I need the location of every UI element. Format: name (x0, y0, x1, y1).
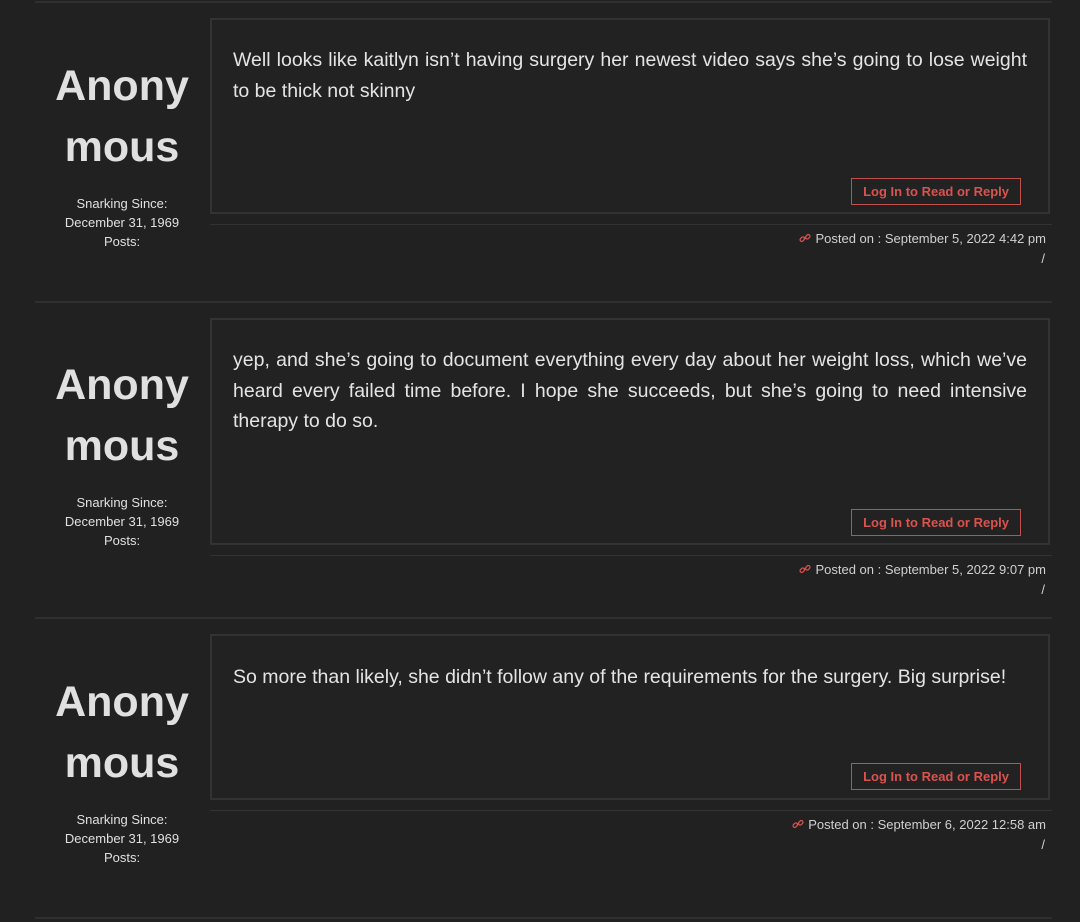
posted-on-text: Posted on : September 6, 2022 12:58 am (808, 817, 1046, 832)
posted-on-text: Posted on : September 5, 2022 9:07 pm (815, 562, 1046, 577)
posts-count-label: Posts: (103, 234, 141, 249)
forum-post: Anonymous Snarking Since: December 31, 1… (35, 318, 1052, 608)
post-footer-divider (210, 555, 1052, 556)
author-meta: Snarking Since: December 31, 1969 Posts: (35, 194, 209, 251)
link-icon (799, 233, 812, 243)
login-reply-button[interactable]: Log In to Read or Reply (851, 178, 1021, 205)
posts-count-label: Posts: (103, 533, 141, 548)
author-panel: Anonymous Snarking Since: December 31, 1… (35, 672, 209, 867)
forum-post: Anonymous Snarking Since: December 31, 1… (35, 634, 1052, 904)
post-body: yep, and she’s going to document everyth… (233, 349, 1027, 432)
post-slash: / (1041, 837, 1045, 852)
snarking-since-label: Snarking Since: (76, 495, 168, 510)
post-separator (35, 617, 1052, 619)
posted-on[interactable]: Posted on : September 6, 2022 12:58 am (792, 817, 1046, 832)
author-meta: Snarking Since: December 31, 1969 Posts: (35, 810, 209, 867)
author-panel: Anonymous Snarking Since: December 31, 1… (35, 355, 209, 550)
login-reply-button[interactable]: Log In to Read or Reply (851, 509, 1021, 536)
post-slash: / (1041, 582, 1045, 597)
posted-on[interactable]: Posted on : September 5, 2022 4:42 pm (799, 231, 1046, 246)
posts-count-label: Posts: (103, 850, 141, 865)
posted-on-text: Posted on : September 5, 2022 4:42 pm (815, 231, 1046, 246)
author-meta: Snarking Since: December 31, 1969 Posts: (35, 493, 209, 550)
post-footer-divider (210, 810, 1052, 811)
post-body: Well looks like kaitlyn isn’t having sur… (233, 49, 1027, 102)
login-reply-button[interactable]: Log In to Read or Reply (851, 763, 1021, 790)
snarking-since-date: December 31, 1969 (64, 831, 180, 846)
post-content-box: So more than likely, she didn’t follow a… (210, 634, 1050, 800)
post-content-box: Well looks like kaitlyn isn’t having sur… (210, 18, 1050, 214)
snarking-since-date: December 31, 1969 (64, 514, 180, 529)
post-separator (35, 301, 1052, 303)
bottom-separator (35, 917, 1052, 919)
forum-post: Anonymous Snarking Since: December 31, 1… (35, 18, 1052, 288)
post-slash: / (1041, 251, 1045, 266)
posted-on[interactable]: Posted on : September 5, 2022 9:07 pm (799, 562, 1046, 577)
author-name: Anonymous (55, 678, 189, 787)
snarking-since-date: December 31, 1969 (64, 215, 180, 230)
snarking-since-label: Snarking Since: (76, 812, 168, 827)
link-icon (799, 564, 812, 574)
author-name: Anonymous (55, 361, 189, 470)
post-footer-divider (210, 224, 1052, 225)
link-icon (792, 819, 804, 829)
author-name: Anonymous (55, 62, 189, 171)
post-body: So more than likely, she didn’t follow a… (233, 666, 1007, 688)
post-content-box: yep, and she’s going to document everyth… (210, 318, 1050, 545)
snarking-since-label: Snarking Since: (76, 196, 168, 211)
top-separator (35, 1, 1052, 3)
author-panel: Anonymous Snarking Since: December 31, 1… (35, 56, 209, 251)
